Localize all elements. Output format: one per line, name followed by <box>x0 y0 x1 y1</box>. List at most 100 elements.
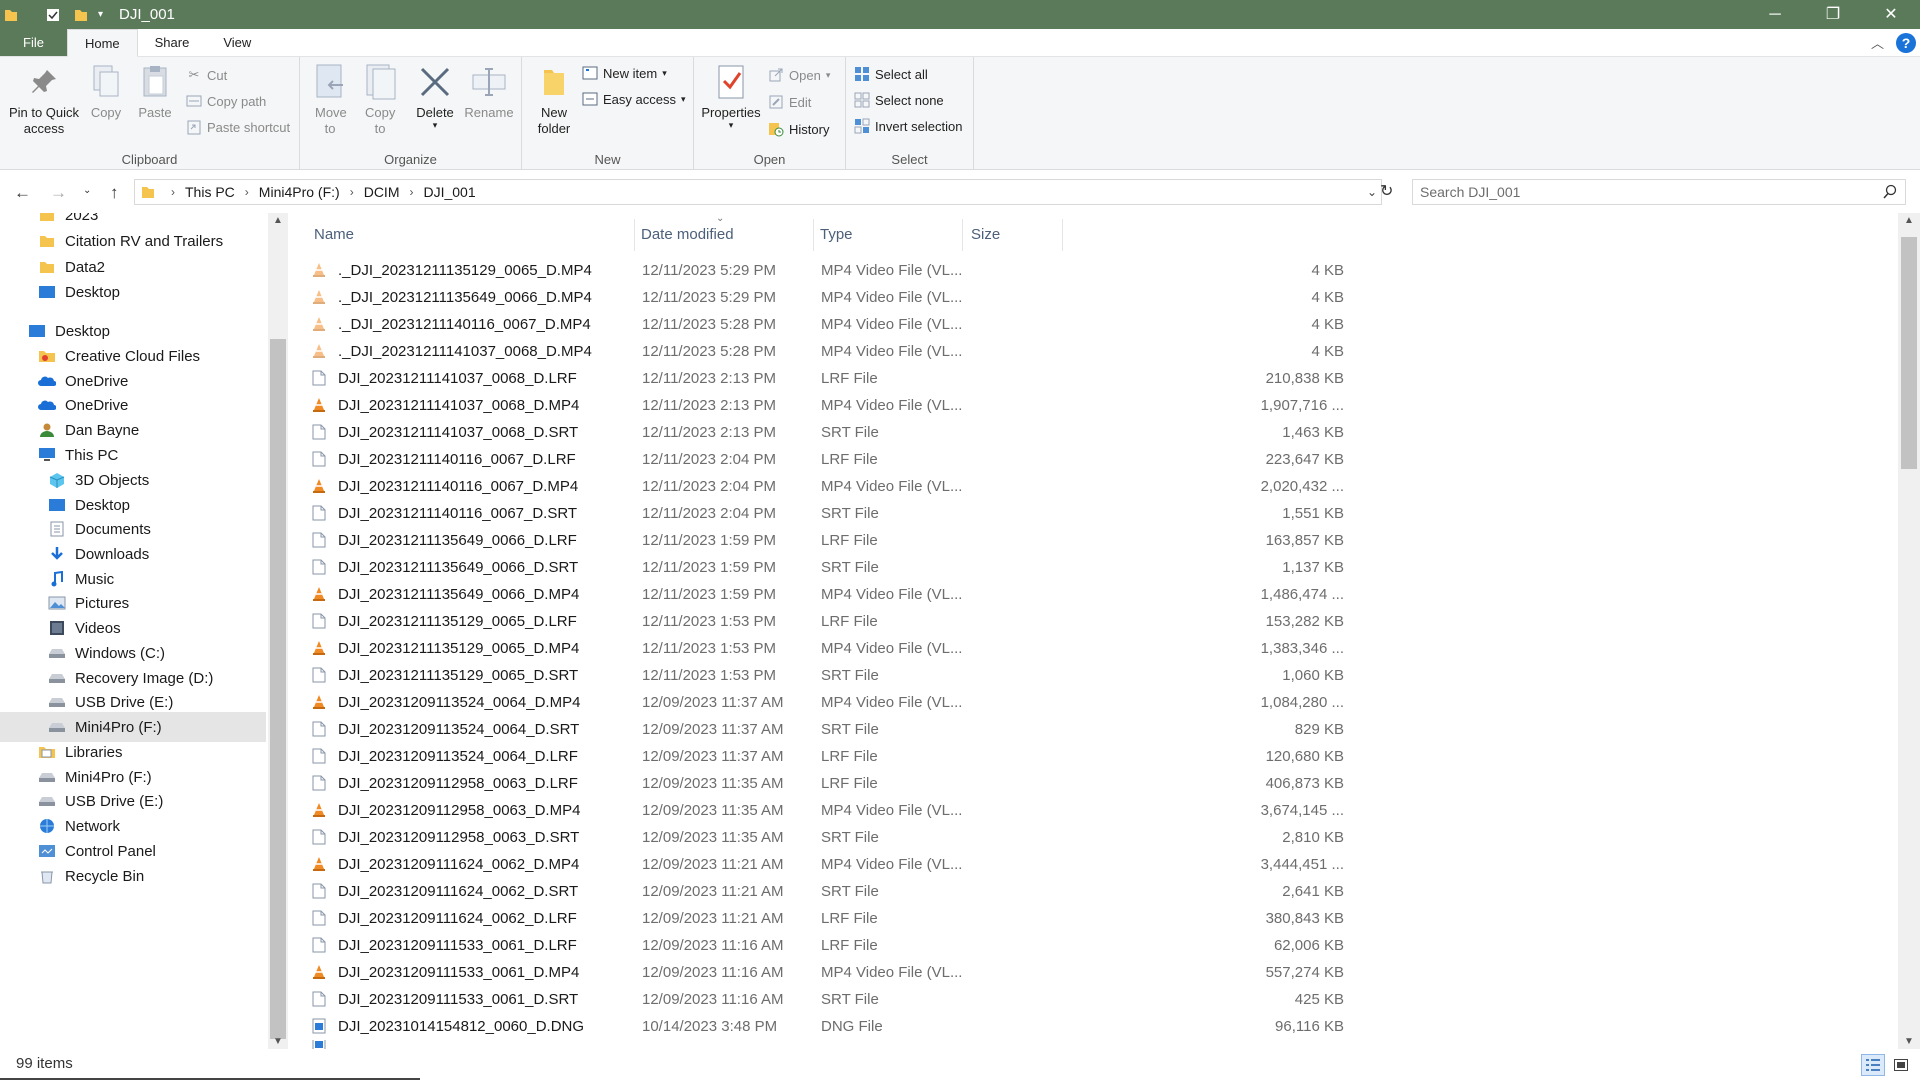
select-all-button[interactable]: Select all <box>854 66 928 82</box>
paste-shortcut-button[interactable]: Paste shortcut <box>186 119 290 135</box>
delete-dropdown-icon[interactable]: ▾ <box>412 121 458 130</box>
tab-share[interactable]: Share <box>138 29 207 56</box>
edit-button[interactable]: Edit <box>768 94 811 110</box>
invert-selection-button[interactable]: Invert selection <box>854 118 962 134</box>
file-row[interactable]: DJI_20231211135649_0066_D.MP4 12/11/2023 … <box>312 581 1352 608</box>
easy-access-button[interactable]: Easy access ▾ <box>582 91 686 107</box>
file-row[interactable]: DJI_20231211140116_0067_D.MP4 12/11/2023 … <box>312 473 1352 500</box>
properties-check-icon[interactable] <box>46 7 60 23</box>
cut-button[interactable]: ✂ Cut <box>186 67 228 83</box>
file-row[interactable]: ._DJI_20231211135649_0066_D.MP4 12/11/202… <box>312 284 1352 311</box>
file-list-scrollbar-thumb[interactable] <box>1901 237 1917 469</box>
scroll-down-icon[interactable]: ▼ <box>1904 1036 1914 1047</box>
file-row[interactable]: DJI_20231209111624_0062_D.MP4 12/09/2023 … <box>312 851 1352 878</box>
search-box[interactable]: Search DJI_001 <box>1412 179 1906 205</box>
address-bar[interactable]: › This PC › Mini4Pro (F:) › DCIM › DJI_0… <box>134 179 1382 205</box>
file-row[interactable]: DJI_20231211135649_0066_D.LRF 12/11/2023 … <box>312 527 1352 554</box>
file-row[interactable]: ._DJI_20231211140116_0067_D.MP4 12/11/202… <box>312 311 1352 338</box>
up-arrow-icon[interactable]: ↑ <box>110 183 119 203</box>
minimize-button[interactable]: ─ <box>1746 0 1804 29</box>
breadcrumb-this-pc[interactable]: This PC <box>185 184 235 200</box>
file-row[interactable]: DJI_20231209112958_0063_D.LRF 12/09/2023 … <box>312 770 1352 797</box>
help-icon[interactable]: ? <box>1896 32 1916 53</box>
file-row[interactable]: DJI_20231209111624_0062_D.SRT 12/09/2023 … <box>312 878 1352 905</box>
rename-button[interactable]: Rename <box>464 61 514 121</box>
column-header-type[interactable]: Type <box>820 217 853 251</box>
tab-file[interactable]: File <box>0 29 67 56</box>
scroll-down-icon[interactable]: ▼ <box>273 1036 283 1047</box>
copy-path-button[interactable]: Copy path <box>186 93 266 109</box>
recent-locations-chevron-icon[interactable]: ⌄ <box>83 185 91 196</box>
column-header-name[interactable]: Name <box>314 217 354 251</box>
move-to-button[interactable]: Move to <box>308 61 352 137</box>
tab-home[interactable]: Home <box>66 29 138 57</box>
history-button[interactable]: History <box>768 121 829 137</box>
new-item-button[interactable]: New item ▾ <box>582 65 667 81</box>
scroll-up-icon[interactable]: ▲ <box>1904 215 1914 226</box>
file-row[interactable]: DJI_20231211141037_0068_D.LRF 12/11/2023 … <box>312 365 1352 392</box>
file-row[interactable]: DJI_20231209112958_0063_D.MP4 12/09/2023 … <box>312 797 1352 824</box>
address-dropdown-chevron-icon[interactable]: ⌄ <box>1367 185 1377 199</box>
copy-button[interactable]: Copy <box>84 61 128 121</box>
breadcrumb-mini4pro[interactable]: Mini4Pro (F:) <box>259 184 340 200</box>
breadcrumb-dji-001[interactable]: DJI_001 <box>423 184 475 200</box>
file-row[interactable]: DJI_20231209111624_0062_D.LRF 12/09/2023 … <box>312 905 1352 932</box>
breadcrumb-dcim[interactable]: DCIM <box>364 184 400 200</box>
file-row[interactable]: DJI_20231209113524_0064_D.LRF 12/09/2023 … <box>312 743 1352 770</box>
file-row[interactable]: DJI_20231211135129_0065_D.LRF 12/11/2023 … <box>312 608 1352 635</box>
search-icon[interactable] <box>1883 184 1897 203</box>
properties-button[interactable]: Properties ▾ <box>698 61 764 130</box>
file-list-scrollbar[interactable]: ▲ ▼ <box>1898 213 1920 1049</box>
tab-view[interactable]: View <box>206 29 268 56</box>
open-button[interactable]: Open ▾ <box>768 67 830 83</box>
properties-dropdown-icon[interactable]: ▾ <box>698 121 764 130</box>
new-folder-button[interactable]: New folder <box>528 61 580 137</box>
file-size: 1,486,474 ... <box>1260 586 1344 603</box>
file-date: 12/11/2023 5:29 PM <box>642 262 776 279</box>
column-header-date-modified[interactable]: Date modified <box>641 217 734 251</box>
file-row-partial[interactable] <box>312 1040 1352 1049</box>
nav-item-desktop[interactable]: Desktop <box>0 277 266 307</box>
collapse-ribbon-chevron-icon[interactable]: ︿ <box>1871 33 1884 52</box>
column-header-size[interactable]: Size <box>971 217 1000 251</box>
scroll-up-icon[interactable]: ▲ <box>273 215 283 226</box>
select-none-button[interactable]: Select none <box>854 92 944 108</box>
file-row[interactable]: DJI_20231209113524_0064_D.MP4 12/09/2023 … <box>312 689 1352 716</box>
copy-to-button[interactable]: Copy to <box>358 61 402 137</box>
file-row[interactable]: DJI_20231211135649_0066_D.SRT 12/11/2023 … <box>312 554 1352 581</box>
file-row[interactable]: DJI_20231211140116_0067_D.SRT 12/11/2023 … <box>312 500 1352 527</box>
large-icons-view-button[interactable] <box>1889 1054 1913 1076</box>
file-row[interactable]: DJI_20231014154812_0060_D.DNG 10/14/2023 … <box>312 1013 1352 1040</box>
file-row[interactable]: DJI_20231211141037_0068_D.MP4 12/11/2023 … <box>312 392 1352 419</box>
file-row[interactable]: DJI_20231211140116_0067_D.LRF 12/11/2023 … <box>312 446 1352 473</box>
column-divider[interactable] <box>962 219 963 251</box>
file-row[interactable]: DJI_20231211135129_0065_D.SRT 12/11/2023 … <box>312 662 1352 689</box>
details-view-button[interactable] <box>1861 1054 1885 1076</box>
file-row[interactable]: DJI_20231209113524_0064_D.SRT 12/09/2023 … <box>312 716 1352 743</box>
close-button[interactable]: ✕ <box>1862 0 1920 29</box>
customize-toolbar-chevron-icon[interactable]: ▾ <box>98 9 103 20</box>
back-arrow-icon[interactable]: ← <box>14 183 31 203</box>
column-divider[interactable] <box>813 219 814 251</box>
file-row[interactable]: DJI_20231209111533_0061_D.SRT 12/09/2023 … <box>312 986 1352 1013</box>
forward-arrow-icon[interactable]: → <box>50 183 67 203</box>
file-row[interactable]: DJI_20231211141037_0068_D.SRT 12/11/2023 … <box>312 419 1352 446</box>
pin-to-quick-access-button[interactable]: Pin to Quick access <box>4 61 84 137</box>
restore-button[interactable]: ❐ <box>1804 0 1862 29</box>
new-folder-icon[interactable] <box>74 7 88 23</box>
file-row[interactable]: DJI_20231209111533_0061_D.MP4 12/09/2023 … <box>312 959 1352 986</box>
refresh-icon[interactable]: ↻ <box>1380 181 1393 201</box>
column-divider[interactable] <box>1062 219 1063 251</box>
nav-item-recycle-bin[interactable]: Recycle Bin <box>0 861 266 891</box>
file-row[interactable]: DJI_20231209111533_0061_D.LRF 12/09/2023 … <box>312 932 1352 959</box>
file-row[interactable]: DJI_20231209112958_0063_D.SRT 12/09/2023 … <box>312 824 1352 851</box>
delete-button[interactable]: Delete ▾ <box>412 61 458 130</box>
file-row[interactable]: ._DJI_20231211135129_0065_D.MP4 12/11/202… <box>312 257 1352 284</box>
file-date: 12/09/2023 11:35 AM <box>642 802 784 819</box>
navigation-scrollbar-thumb[interactable] <box>270 339 286 1039</box>
column-divider[interactable] <box>634 219 635 251</box>
navigation-scrollbar[interactable]: ▲ ▼ <box>268 213 288 1049</box>
file-row[interactable]: ._DJI_20231211141037_0068_D.MP4 12/11/202… <box>312 338 1352 365</box>
file-row[interactable]: DJI_20231211135129_0065_D.MP4 12/11/2023 … <box>312 635 1352 662</box>
paste-button[interactable]: Paste <box>133 61 177 121</box>
